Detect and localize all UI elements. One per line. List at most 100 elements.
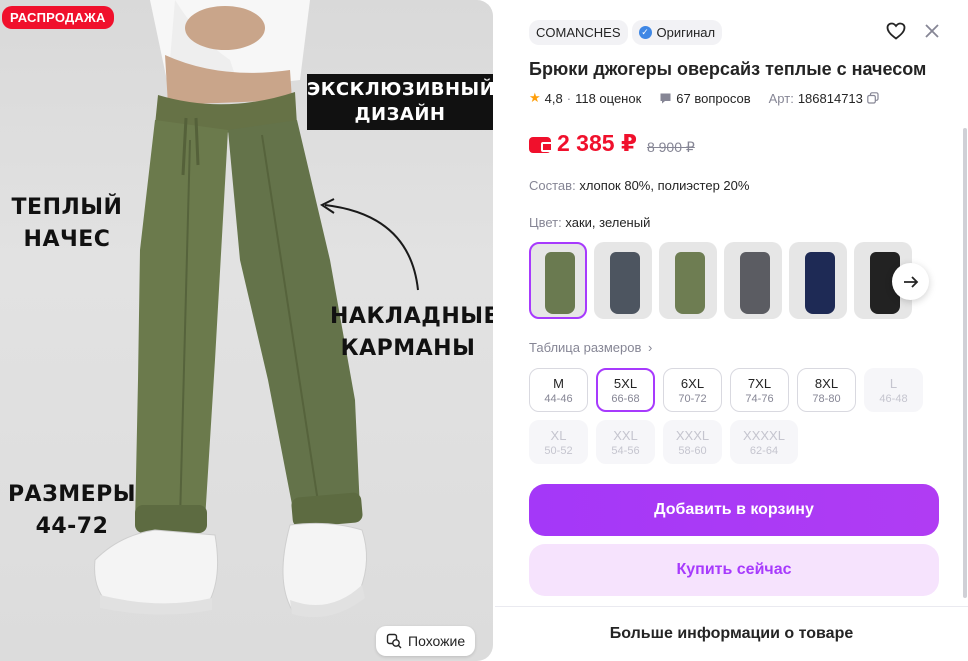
- size-option: XXXXL 62-64: [730, 420, 798, 464]
- size-range: 58-60: [678, 444, 707, 457]
- size-table-link[interactable]: Таблица размеров ›: [529, 340, 652, 355]
- reviews-count[interactable]: 118 оценок: [575, 91, 641, 106]
- pockets-label: НАКЛАДНЫЕ КАРМАНЫ: [330, 301, 493, 365]
- thumbnail-pants-image: [805, 252, 835, 314]
- size-label: M: [553, 375, 564, 391]
- size-label: XXXXL: [743, 427, 785, 443]
- size-range: 50-52: [544, 444, 573, 457]
- star-icon: ★: [529, 90, 541, 105]
- exclusive-line1: ЭКСКЛЮЗИВНЫЙ: [307, 79, 493, 100]
- size-label: 6XL: [680, 375, 705, 391]
- size-option[interactable]: 6XL 70-72: [663, 368, 722, 412]
- color-thumbnail[interactable]: [529, 242, 587, 319]
- pockets-line2: КАРМАНЫ: [340, 336, 476, 361]
- warm-line1: ТЕПЛЫЙ: [11, 195, 123, 220]
- size-range: 54-56: [611, 444, 640, 457]
- copy-icon[interactable]: [867, 92, 879, 104]
- size-range: 46-48: [879, 392, 908, 405]
- brand-chip[interactable]: COMANCHES: [529, 20, 628, 45]
- size-label: XL: [550, 427, 567, 443]
- size-range: 62-64: [749, 444, 779, 457]
- product-photo[interactable]: РАСПРОДАЖА ЭКСКЛЮЗИВНЫЙ ДИЗАЙН ТЕПЛЫЙ НА…: [0, 0, 493, 661]
- sizes-line1: РАЗМЕРЫ: [7, 482, 137, 507]
- current-price: 2 385 ₽: [529, 130, 637, 157]
- chevron-right-icon: ›: [648, 340, 653, 355]
- heart-icon: [886, 22, 906, 40]
- size-option[interactable]: 8XL 78-80: [797, 368, 856, 412]
- color-thumbnail[interactable]: [724, 242, 782, 319]
- article-value: 186814713: [797, 90, 863, 106]
- size-option: XXXL 58-60: [663, 420, 722, 464]
- thumbnails-next-button[interactable]: [892, 263, 929, 300]
- arrow-right-icon: [903, 275, 918, 288]
- questions-icon: [660, 93, 671, 103]
- favorite-button[interactable]: [885, 20, 907, 42]
- similar-label: Похожие: [408, 633, 466, 649]
- thumbnail-pants-image: [740, 252, 770, 314]
- exclusive-design-label: ЭКСКЛЮЗИВНЫЙ ДИЗАЙН: [307, 74, 493, 130]
- thumbnail-pants-image: [610, 252, 640, 314]
- brand-name: COMANCHES: [536, 25, 621, 40]
- size-range: 66-68: [611, 392, 640, 405]
- warm-line2: НАЧЕС: [23, 227, 111, 252]
- close-button[interactable]: [921, 20, 943, 42]
- sale-badge: РАСПРОДАЖА: [2, 6, 114, 29]
- color-thumbnail[interactable]: [659, 242, 717, 319]
- warm-fleece-label: ТЕПЛЫЙ НАЧЕС: [8, 192, 126, 256]
- size-label: 7XL: [747, 375, 772, 391]
- buy-now-button[interactable]: Купить сейчас: [529, 544, 939, 596]
- article-label: Арт:: [768, 90, 794, 106]
- size-table-label: Таблица размеров: [529, 340, 642, 355]
- size-option: XL 50-52: [529, 420, 588, 464]
- scrollbar[interactable]: [963, 128, 967, 598]
- add-to-cart-button[interactable]: Добавить в корзину: [529, 484, 939, 536]
- color-thumbnails: [529, 242, 912, 319]
- color-label: Цвет:: [529, 215, 562, 230]
- size-option: XXL 54-56: [596, 420, 655, 464]
- price-row: 2 385 ₽ 8 900 ₽: [529, 130, 695, 157]
- color-thumbnail[interactable]: [594, 242, 652, 319]
- thumbnail-pants-image: [545, 252, 575, 314]
- close-icon: [925, 24, 939, 38]
- verified-check-icon: ✓: [638, 26, 652, 39]
- color-value: хаки, зеленый: [565, 215, 651, 230]
- original-chip[interactable]: ✓ Оригинал: [631, 20, 723, 45]
- size-selector: M 44-46 5XL 66-68 6XL 70-72 7XL 74-76 8XL 78-80 L 4…: [529, 368, 929, 464]
- size-label: XXL: [613, 427, 638, 443]
- sizes-label: РАЗМЕРЫ 44-72: [6, 479, 138, 543]
- size-range: 44-46: [544, 392, 573, 405]
- rating-value[interactable]: 4,8: [545, 91, 563, 106]
- size-label: 5XL: [613, 375, 638, 391]
- similar-button[interactable]: Похожие: [376, 626, 476, 656]
- size-label: XXXL: [675, 427, 710, 443]
- size-option: L 46-48: [864, 368, 923, 412]
- size-label: 8XL: [814, 375, 839, 391]
- color-thumbnail[interactable]: [789, 242, 847, 319]
- pockets-line1: НАКЛАДНЫЕ: [330, 304, 493, 329]
- composition-value: хлопок 80%, полиэстер 20%: [579, 178, 750, 193]
- meta-dot: ·: [566, 90, 572, 106]
- size-option[interactable]: 5XL 66-68: [596, 368, 655, 412]
- size-range: 74-76: [745, 392, 774, 405]
- questions-count[interactable]: 67 вопросов: [676, 91, 750, 106]
- exclusive-line2: ДИЗАЙН: [354, 104, 446, 125]
- thumbnail-pants-image: [675, 252, 705, 314]
- old-price: 8 900 ₽: [646, 138, 695, 155]
- color-line: Цвет: хаки, зеленый: [529, 215, 650, 230]
- wallet-icon: [529, 136, 553, 153]
- product-meta: ★ 4,8 · 118 оценок 67 вопросов Арт: 1868…: [529, 90, 879, 106]
- size-option[interactable]: M 44-46: [529, 368, 588, 412]
- size-range: 70-72: [678, 392, 707, 405]
- brand-row: COMANCHES ✓ Оригинал: [529, 20, 723, 45]
- similar-search-icon: [386, 633, 402, 649]
- sizes-line2: 44-72: [35, 514, 109, 539]
- product-title: Брюки джогеры оверсайз теплые с начесом: [529, 59, 927, 79]
- top-actions: [885, 20, 943, 42]
- size-option[interactable]: 7XL 74-76: [730, 368, 789, 412]
- size-range: 78-80: [812, 392, 841, 405]
- price-value: 2 385 ₽: [557, 130, 637, 156]
- composition-line: Состав: хлопок 80%, полиэстер 20%: [529, 178, 749, 193]
- size-label: L: [889, 375, 898, 391]
- more-info-button[interactable]: Больше информации о товаре: [495, 607, 968, 661]
- original-label: Оригинал: [656, 25, 716, 40]
